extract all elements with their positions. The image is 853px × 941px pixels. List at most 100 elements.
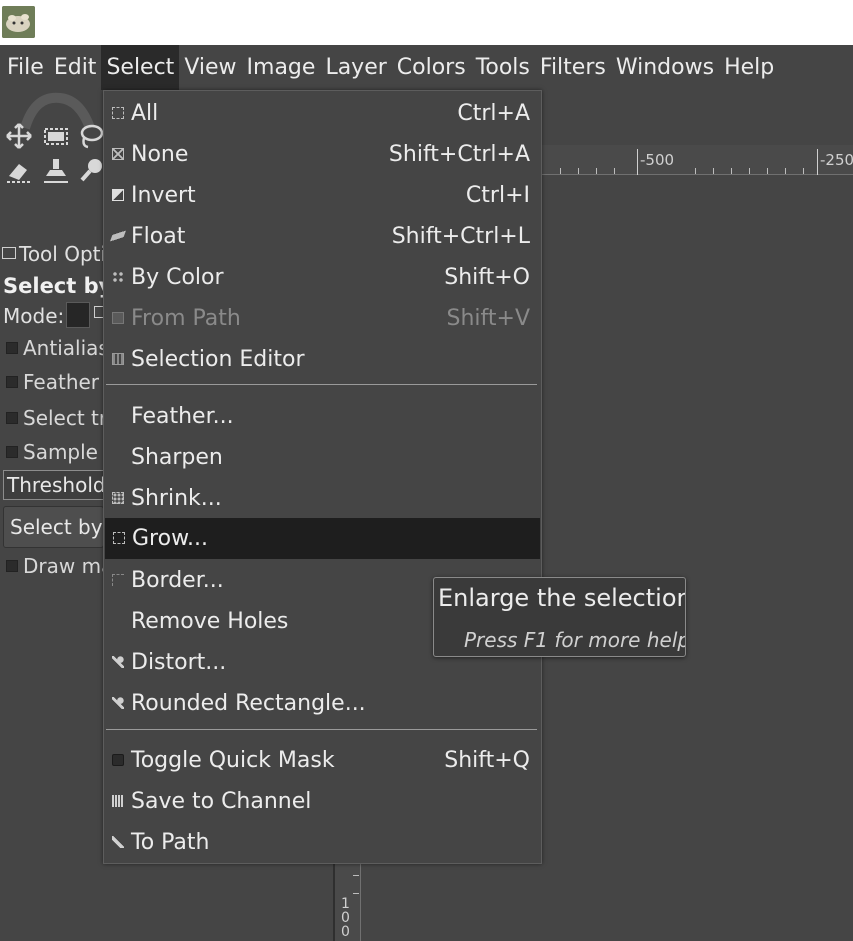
antialias-checkbox[interactable] [6,342,18,354]
menu-item-shortcut: Shift+Q [444,748,530,773]
menu-item-label: By Color [131,265,224,290]
move-tool-icon[interactable] [5,122,33,150]
menu-tools[interactable]: Tools [471,45,535,90]
menu-item-selection-editor[interactable]: Selection Editor [104,339,541,380]
ruler-minor-tick [767,168,768,174]
menu-bar: File Edit Select View Image Layer Colors… [0,45,853,90]
menu-item-label: Toggle Quick Mask [131,748,335,773]
gimp-app-icon[interactable] [2,6,35,38]
selection-editor-icon [112,353,124,365]
menu-item-select-none[interactable]: None Shift+Ctrl+A [104,134,541,175]
menu-item-by-color[interactable]: By Color Shift+O [104,257,541,298]
menu-colors[interactable]: Colors [392,45,471,90]
rounded-rectangle-icon [112,697,124,709]
menu-item-select-all[interactable]: All Ctrl+A [104,93,541,134]
select-all-icon [112,107,124,119]
ruler-label: -500 [640,151,675,169]
menu-item-rounded-rectangle[interactable]: Rounded Rectangle... [104,683,541,724]
to-path-icon [112,836,124,848]
ruler-digit: 0 [341,924,350,940]
ruler-digit: 0 [341,910,350,926]
mode-replace-button[interactable] [66,302,90,328]
smudge-tool-icon[interactable] [78,156,106,184]
menu-item-label: From Path [131,306,241,331]
menu-view[interactable]: View [179,45,241,90]
menu-item-shortcut: Ctrl+I [465,183,530,208]
menu-select[interactable]: Select [101,45,180,90]
ruler-minor-tick [578,168,579,174]
invert-icon [112,189,124,201]
menu-item-from-path: From Path Shift+V [104,298,541,339]
menu-item-grow[interactable]: Grow... [105,518,540,559]
menu-item-shrink[interactable]: Shrink... [104,478,541,519]
menu-item-label: Sharpen [131,445,223,470]
menu-item-feather[interactable]: Feather... [104,396,541,437]
eraser-tool-icon[interactable] [5,156,33,184]
from-path-icon [112,312,124,324]
sample-merged-label: Sample [23,440,98,464]
menu-item-shortcut: Shift+V [446,306,531,331]
menu-item-shortcut: Shift+Ctrl+A [388,142,530,167]
clone-tool-icon[interactable] [42,156,70,184]
ruler-minor-tick [731,168,732,174]
threshold-slider[interactable]: Threshold [3,470,104,500]
quick-mask-icon [112,754,124,766]
ruler-minor-tick [353,875,359,876]
ruler-minor-tick [560,168,561,174]
tool-options-tab[interactable]: Tool Opti [2,242,106,266]
ruler-major-tick [817,149,818,175]
sample-merged-checkbox[interactable] [6,446,18,458]
menu-file[interactable]: File [2,45,49,90]
menu-image[interactable]: Image [242,45,321,90]
menu-item-label: Invert [131,183,196,208]
menu-edit[interactable]: Edit [49,45,102,90]
lasso-tool-icon[interactable] [78,122,106,150]
menu-filters[interactable]: Filters [535,45,611,90]
menu-separator [106,729,537,730]
menu-item-toggle-quick-mask[interactable]: Toggle Quick Mask Shift+Q [104,740,541,781]
menu-item-label: Float [131,224,186,249]
rect-select-tool-icon[interactable] [42,122,70,150]
tooltip-text: Enlarge the selection [438,584,686,612]
menu-item-to-path[interactable]: To Path [104,822,541,863]
menu-item-shortcut: Shift+Ctrl+L [391,224,530,249]
menu-item-label: Selection Editor [131,347,305,372]
ruler-minor-tick [596,168,597,174]
feather-label: Feather [23,370,100,394]
draw-mask-label: Draw ma [23,554,114,578]
menu-item-label: Rounded Rectangle... [131,691,366,716]
menu-item-label: None [131,142,189,167]
menu-item-label: Feather... [131,404,234,429]
shrink-icon [112,492,124,504]
menu-item-label: All [131,101,159,126]
select-menu-dropdown: All Ctrl+A None Shift+Ctrl+A Invert Ctrl… [103,90,542,864]
menu-separator [106,384,537,385]
tooltip-help-hint: Press F1 for more help [464,628,686,652]
ruler-minor-tick [749,168,750,174]
menu-item-invert[interactable]: Invert Ctrl+I [104,175,541,216]
select-transparent-checkbox[interactable] [6,412,18,424]
float-icon [109,230,127,242]
border-icon [112,574,124,586]
menu-item-label: Shrink... [131,486,222,511]
menu-layer[interactable]: Layer [320,45,391,90]
ruler-minor-tick [614,168,615,174]
menu-item-sharpen[interactable]: Sharpen [104,437,541,478]
tooltip: Enlarge the selection Press F1 for more … [433,577,686,657]
feather-checkbox[interactable] [6,376,18,388]
menu-help[interactable]: Help [719,45,779,90]
ruler-digit: 1 [341,896,350,912]
menu-item-label: To Path [131,830,210,855]
title-bar [0,0,853,45]
menu-item-label: Border... [131,568,224,593]
select-by-dropdown[interactable]: Select by [3,506,104,548]
menu-item-label: Save to Channel [131,789,312,814]
grow-icon [113,532,125,544]
ruler-minor-tick [785,168,786,174]
distort-icon [112,656,124,668]
draw-mask-checkbox[interactable] [6,560,18,572]
menu-windows[interactable]: Windows [611,45,719,90]
menu-item-save-to-channel[interactable]: Save to Channel [104,781,541,822]
menu-item-float[interactable]: Float Shift+Ctrl+L [104,216,541,257]
antialias-label: Antialias [23,336,109,360]
